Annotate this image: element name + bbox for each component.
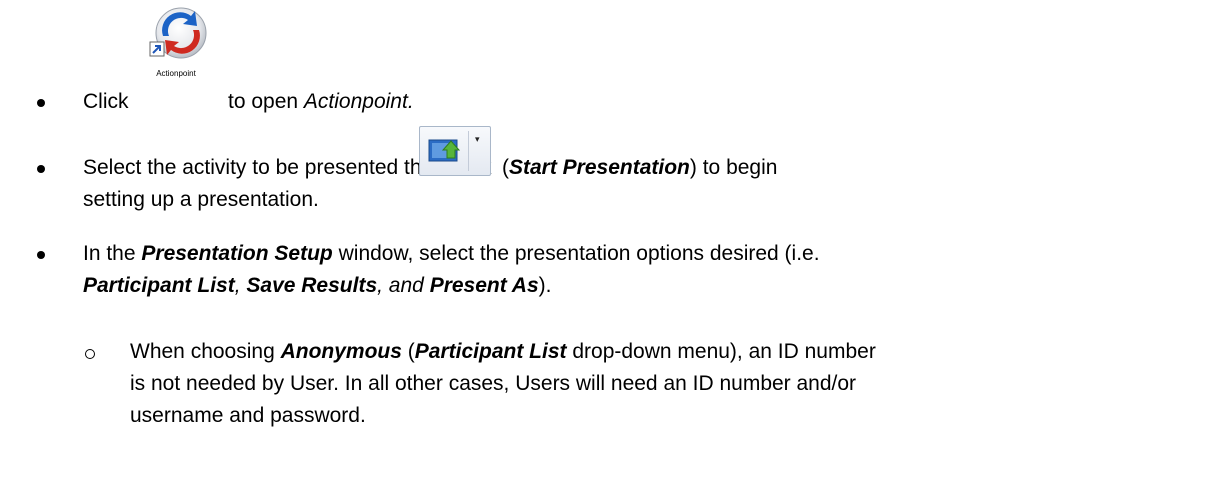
step-1-after-icon: to open [228, 90, 299, 113]
bullet-3 [37, 251, 45, 259]
chevron-down-icon[interactable]: ▾ [475, 135, 480, 144]
step-3-tail: window, select the presentation options … [338, 242, 820, 265]
actionpoint-icon[interactable]: Actionpoint [143, 0, 209, 84]
sub-step-line-3: username and password. [130, 404, 366, 427]
sub-step-mode: Anonymous [280, 340, 402, 363]
start-presentation-button[interactable]: ▾ [419, 126, 491, 176]
sub-step-line-1: When choosing Anonymous (Participant Lis… [130, 339, 876, 365]
step-3-sep-1: , [234, 274, 241, 297]
step-3-line-1: In the Presentation Setup window, select… [83, 241, 820, 267]
step-3-option-3: Present As [429, 274, 539, 297]
bullet-2 [37, 165, 45, 173]
step-2-button-name: Start Presentation [509, 156, 690, 179]
step-2-line-2: setting up a presentation. [83, 188, 319, 211]
actionpoint-icon-label: Actionpoint [156, 69, 196, 78]
start-presentation-icon [428, 139, 461, 162]
start-presentation-divider [468, 131, 469, 171]
step-2-paren-close: ) to begin [689, 156, 778, 179]
step-3-sep-2: , and [377, 274, 424, 297]
step-3-lead: In the [83, 242, 136, 265]
sub-step-menu-tail: drop-down menu), an ID number [572, 340, 876, 363]
step-3-option-1: Participant List [83, 274, 235, 297]
step-3-option-2: Save Results [246, 274, 378, 297]
step-3-window-name: Presentation Setup [141, 242, 333, 265]
step-1-app-name: Actionpoint. [303, 90, 414, 113]
sub-step-paren-open: ( [407, 340, 415, 363]
step-1-click: Click [83, 90, 129, 113]
actionpoint-icon-graphic [149, 7, 207, 59]
step-1-text-end: to open Actionpoint. [228, 89, 414, 115]
step-2-text-end: (Start Presentation) to begin [502, 155, 777, 181]
step-3-line-2: Participant List, Save Results, and Pres… [83, 273, 551, 299]
step-3-end: ). [538, 274, 552, 297]
sub-step-lead: When choosing [130, 340, 275, 363]
sub-bullet-1 [85, 349, 95, 359]
sub-step-menu: Participant List [414, 340, 567, 363]
sub-step-line-2: is not needed by User. In all other case… [130, 372, 857, 395]
bullet-1 [37, 99, 45, 107]
step-2-paren-open: ( [502, 156, 509, 179]
step-1-text-start: Click [83, 89, 129, 115]
